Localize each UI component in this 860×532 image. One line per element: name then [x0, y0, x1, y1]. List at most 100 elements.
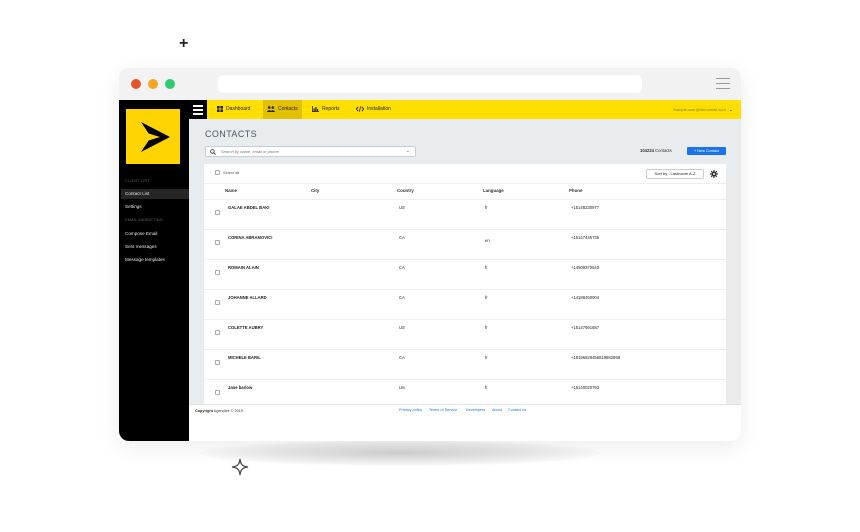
search-box[interactable]: ⌄: [205, 146, 416, 157]
search-input[interactable]: [221, 147, 396, 156]
table-row[interactable]: JOHANNE ALLARD CA fr +14188450004: [204, 289, 726, 319]
contact-language: fr: [485, 205, 488, 210]
table-row[interactable]: CORINA ABRAMOVICI CA en +15147445735: [204, 229, 726, 259]
select-all-label: Select all: [223, 170, 240, 175]
contact-language: en: [485, 238, 490, 243]
footer-link-about[interactable]: About: [492, 408, 502, 412]
maximize-window-button[interactable]: [165, 79, 175, 89]
sidebar-item-contact-list[interactable]: Contact List: [121, 189, 189, 199]
row-checkbox[interactable]: [215, 390, 220, 395]
contact-name[interactable]: ROMAIN ALAIN: [228, 265, 259, 270]
browser-titlebar: [119, 68, 741, 100]
row-checkbox[interactable]: [215, 360, 220, 365]
contact-name[interactable]: GALAE ABDEL BAKI: [228, 205, 269, 210]
column-header-country[interactable]: Country: [397, 188, 414, 193]
sidebar-item-compose-email[interactable]: Compose Email: [121, 229, 189, 239]
table-row[interactable]: GALAE ABDEL BAKI US fr +15148230977: [204, 199, 726, 229]
select-all-checkbox[interactable]: [215, 170, 220, 176]
page-title: CONTACTS: [205, 129, 258, 139]
contacts-count-number: 104224: [640, 148, 654, 153]
sidebar: CLIENT LIST Contact List Settings EMAIL …: [119, 100, 189, 441]
contact-phone: +15147445735: [571, 235, 600, 240]
contacts-count: 104224 Contacts: [640, 148, 672, 153]
row-checkbox[interactable]: [215, 330, 220, 335]
contact-phone: +18196828456819682898: [571, 355, 621, 360]
row-checkbox[interactable]: [215, 300, 220, 305]
contact-country: US: [399, 205, 405, 210]
nav-item-dashboard[interactable]: Dashboard: [213, 100, 254, 119]
contact-language: fr: [485, 355, 488, 360]
code-icon: [355, 105, 365, 112]
sidebar-item-settings[interactable]: Settings: [121, 202, 189, 212]
contact-name[interactable]: JOHANNE ALLARD: [228, 295, 267, 300]
contact-name[interactable]: MICHELE BARIL: [228, 355, 261, 360]
table-divider: [204, 183, 726, 184]
contacts-table-card: Select all Sort by : Lastname A-Z Name C…: [204, 164, 726, 404]
contact-country: CA: [399, 235, 405, 240]
table-row[interactable]: Jane barlow US fr +15140020793: [204, 379, 726, 404]
row-checkbox[interactable]: [215, 270, 220, 275]
sidebar-item-message-templates[interactable]: Message templates: [121, 255, 189, 265]
main-content: CONTACTS ⌄ 104224 Contacts + New Contact…: [189, 119, 741, 404]
contact-country: CA: [399, 295, 405, 300]
user-email: Sample.user@demomail.com: [673, 107, 726, 112]
nav-item-label: Contacts: [278, 106, 298, 112]
new-contact-button[interactable]: + New Contact: [687, 147, 726, 155]
footer-link-privacy[interactable]: Privacy policy: [399, 408, 422, 412]
contact-language: fr: [485, 385, 488, 390]
contact-language: fr: [485, 265, 488, 270]
contacts-count-label: Contacts: [655, 148, 672, 153]
contact-country: US: [399, 385, 405, 390]
contact-country: CA: [399, 265, 405, 270]
column-header-city[interactable]: City: [311, 188, 319, 193]
footer-link-contact[interactable]: Contact us: [508, 408, 526, 412]
app-logo: [126, 109, 180, 164]
browser-menu-icon[interactable]: [716, 78, 730, 90]
contact-name[interactable]: COLETTE AUBRY: [228, 325, 263, 330]
user-account-menu[interactable]: Sample.user@demomail.com ⌄: [673, 100, 733, 119]
nav-item-contacts[interactable]: Contacts: [263, 100, 302, 119]
browser-window: CLIENT LIST Contact List Settings EMAIL …: [119, 68, 741, 441]
top-navigation: Dashboard Contacts Reports Installation …: [189, 100, 741, 119]
row-checkbox[interactable]: [215, 240, 220, 245]
select-all[interactable]: Select all: [215, 170, 240, 176]
copyright: Copyright Agendize © 2019: [195, 409, 243, 413]
gear-icon[interactable]: [710, 170, 718, 178]
footer-link-terms[interactable]: Terms of Service: [429, 408, 457, 412]
address-bar[interactable]: [218, 75, 642, 93]
hamburger-menu-icon[interactable]: [189, 100, 207, 119]
table-row[interactable]: MICHELE BARIL CA fr +1819682845681968289…: [204, 349, 726, 379]
contact-phone: +15148230977: [571, 205, 600, 210]
row-checkbox[interactable]: [215, 210, 220, 215]
sort-dropdown[interactable]: Sort by : Lastname A-Z: [646, 169, 704, 179]
nav-item-reports[interactable]: Reports: [308, 100, 344, 119]
chevron-down-icon[interactable]: ⌄: [406, 147, 410, 156]
nav-item-label: Dashboard: [226, 106, 251, 112]
sidebar-section-email-marketing: EMAIL MARKETING: [125, 218, 163, 222]
nav-item-label: Installation: [367, 106, 391, 112]
contact-phone: +15147691687: [571, 325, 600, 330]
copyright-label: Copyright: [195, 409, 213, 413]
sidebar-item-sent-messages[interactable]: Sent messages: [121, 242, 189, 252]
contact-phone: +15140020793: [571, 385, 600, 390]
contact-name[interactable]: CORINA ABRAMOVICI: [228, 235, 272, 240]
column-header-name[interactable]: Name: [225, 188, 237, 193]
bar-chart-icon: [312, 105, 319, 112]
column-header-language[interactable]: Language: [483, 188, 504, 193]
column-header-phone[interactable]: Phone: [569, 188, 582, 193]
footer-link-developers[interactable]: Developers: [466, 408, 485, 412]
search-icon: [210, 149, 216, 155]
contact-country: CA: [399, 355, 405, 360]
footer: Copyright Agendize © 2019 Privacy policy…: [189, 404, 741, 441]
window-shadow: [200, 440, 600, 466]
contact-name[interactable]: Jane barlow: [228, 385, 252, 390]
nav-item-label: Reports: [322, 106, 340, 112]
table-row[interactable]: COLETTE AUBRY US fr +15147691687: [204, 319, 726, 349]
close-window-button[interactable]: [131, 79, 141, 89]
contact-country: US: [399, 325, 405, 330]
grid-icon: [217, 105, 223, 112]
contact-phone: +14509370543: [571, 265, 600, 270]
minimize-window-button[interactable]: [148, 79, 158, 89]
table-row[interactable]: ROMAIN ALAIN CA fr +14509370543: [204, 259, 726, 289]
nav-item-installation[interactable]: Installation: [352, 100, 395, 119]
